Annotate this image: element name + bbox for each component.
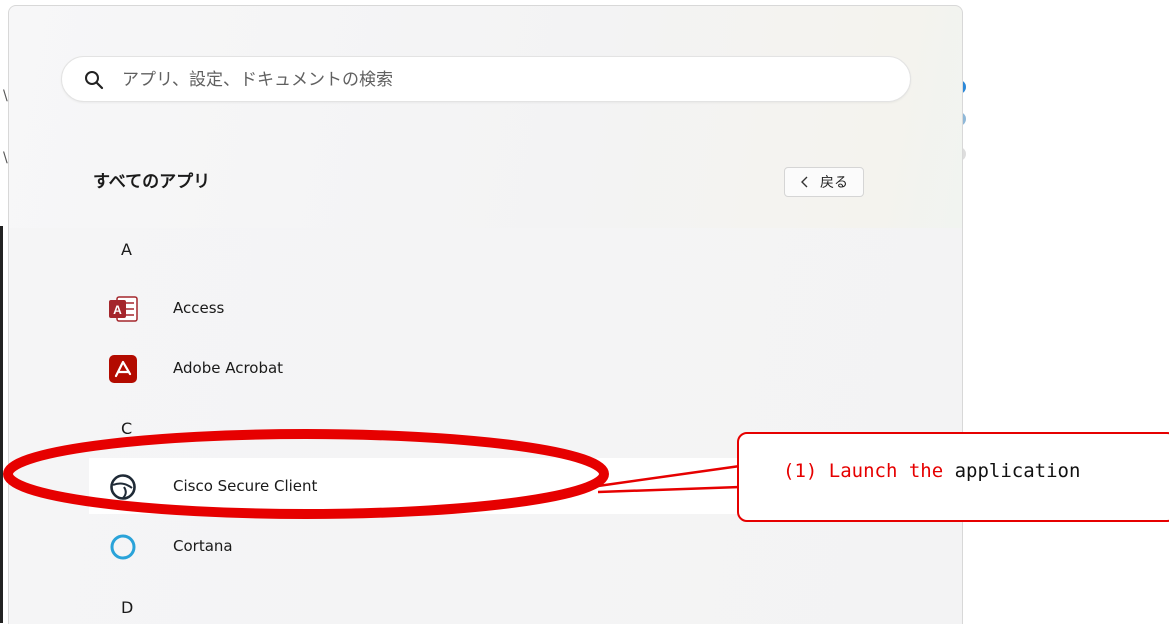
search-input[interactable] (120, 57, 884, 103)
cisco-secure-client-icon (110, 474, 136, 500)
annotation-text: (1) Launch the application (783, 460, 1080, 482)
app-item-adobe-acrobat[interactable]: Adobe Acrobat (89, 340, 962, 396)
svg-text:A: A (113, 303, 122, 317)
app-label-cortana: Cortana (173, 537, 233, 555)
search-icon (85, 71, 104, 90)
annotation-step-text: (1) Launch the (783, 460, 944, 482)
desktop-fragment: \ (3, 88, 8, 104)
all-apps-list[interactable]: A A Access Adobe Acrobat C Cisco Secure … (9, 228, 962, 624)
annotation-rest-text: application (943, 460, 1081, 482)
search-box[interactable] (61, 56, 911, 103)
app-item-cortana[interactable]: Cortana (89, 518, 962, 574)
access-app-icon: A (109, 296, 138, 322)
app-item-access[interactable]: A Access (89, 280, 962, 336)
all-apps-title: すべてのアプリ (93, 172, 211, 192)
desktop-edge (0, 226, 3, 623)
letter-header-d[interactable]: D (121, 598, 133, 617)
letter-header-c[interactable]: C (121, 419, 132, 438)
cortana-ring-icon (110, 534, 136, 560)
desktop-fragment: \ (3, 150, 8, 166)
app-label-access: Access (173, 299, 225, 317)
back-button-label: 戻る (820, 175, 848, 191)
app-label-cisco-secure-client: Cisco Secure Client (173, 477, 318, 495)
start-menu-panel: すべてのアプリ 戻る A A Access Adobe Acrobat (8, 5, 963, 624)
chevron-left-icon (801, 176, 808, 188)
app-label-adobe-acrobat: Adobe Acrobat (173, 359, 284, 377)
letter-header-a[interactable]: A (121, 240, 132, 259)
back-button[interactable]: 戻る (784, 167, 864, 197)
annotation-callout: (1) Launch the application (737, 432, 1169, 522)
acrobat-app-icon (109, 355, 137, 383)
